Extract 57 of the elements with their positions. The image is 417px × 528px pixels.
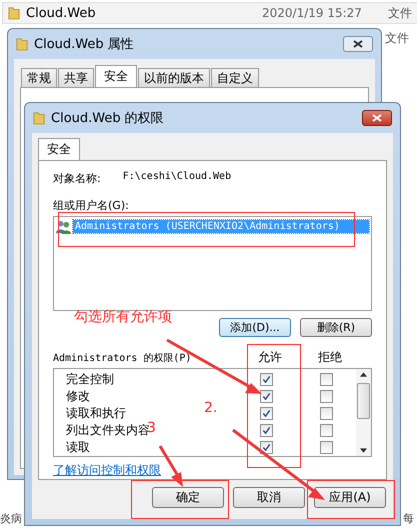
file-type: 文件 (385, 30, 409, 47)
close-button[interactable] (362, 110, 392, 126)
scrollbar[interactable] (356, 369, 371, 456)
allow-checkbox[interactable] (260, 407, 272, 420)
add-button[interactable]: 添加(D)... (219, 318, 291, 337)
folder-icon (16, 37, 28, 51)
file-date: 2020/1/19 15:27 (262, 6, 363, 20)
file-type: 文件 (388, 4, 412, 22)
background-text: 炎病 (0, 511, 22, 526)
close-icon (353, 40, 363, 48)
column-header: 拒绝 (317, 349, 343, 366)
close-icon (372, 114, 382, 122)
dialog-button[interactable]: 取消 (233, 487, 305, 508)
annotation-text: 3 (147, 420, 156, 436)
group-label: 组或用户名(G): (53, 198, 130, 213)
column-header: 允许 (257, 349, 283, 366)
folder-icon (8, 6, 20, 20)
deny-checkbox[interactable] (320, 390, 332, 403)
background-text: 每 (403, 511, 414, 526)
deny-checkbox[interactable] (320, 424, 332, 437)
tab[interactable]: 以前的版本 (138, 68, 210, 87)
help-link[interactable]: 了解访问控制和权限 (53, 462, 161, 479)
tab[interactable]: 常规 (21, 68, 57, 87)
allow-checkbox[interactable] (260, 373, 272, 386)
scroll-down-icon (360, 448, 367, 453)
remove-button[interactable]: 删除(R) (300, 318, 372, 337)
object-path: F:\ceshi\Cloud.Web (122, 171, 232, 184)
dialog-button[interactable]: 应用(A) (314, 487, 386, 508)
window-title: Cloud.Web 的权限 (51, 110, 165, 127)
permission-name: 修改 (66, 389, 90, 403)
window-title: Cloud.Web 属性 (34, 36, 135, 53)
permission-name: 读取 (66, 440, 90, 454)
tab[interactable]: 安全 (38, 138, 80, 160)
deny-checkbox[interactable] (320, 373, 332, 386)
permission-name: 完全控制 (66, 372, 114, 386)
permission-name: 读取和执行 (66, 406, 126, 420)
file-name: Cloud.Web (26, 6, 97, 20)
deny-checkbox[interactable] (320, 441, 332, 454)
permissions-label: Administrators 的权限(P) (53, 352, 192, 364)
close-button[interactable] (343, 36, 373, 52)
tab[interactable]: 自定义 (211, 68, 259, 87)
allow-checkbox[interactable] (260, 424, 272, 437)
allow-checkbox[interactable] (260, 390, 272, 403)
tab[interactable]: 共享 (58, 68, 94, 87)
object-name-label: 对象名称: (53, 171, 101, 186)
file-row[interactable]: Cloud.Web 2020/1/19 15:27 文件 (2, 2, 417, 24)
scroll-up-icon (360, 372, 367, 377)
permission-name: 列出文件夹内容 (66, 423, 150, 437)
scroll-thumb[interactable] (357, 383, 370, 419)
dialog-button[interactable]: 确定 (152, 487, 224, 508)
annotation-text: 2. (204, 400, 218, 416)
users-icon (56, 219, 71, 234)
deny-checkbox[interactable] (320, 407, 332, 420)
folder-icon (33, 111, 45, 125)
arrow (158, 445, 183, 487)
annotation-text: 勾选所有允许项 (74, 308, 172, 326)
tab[interactable]: 安全 (95, 65, 137, 87)
